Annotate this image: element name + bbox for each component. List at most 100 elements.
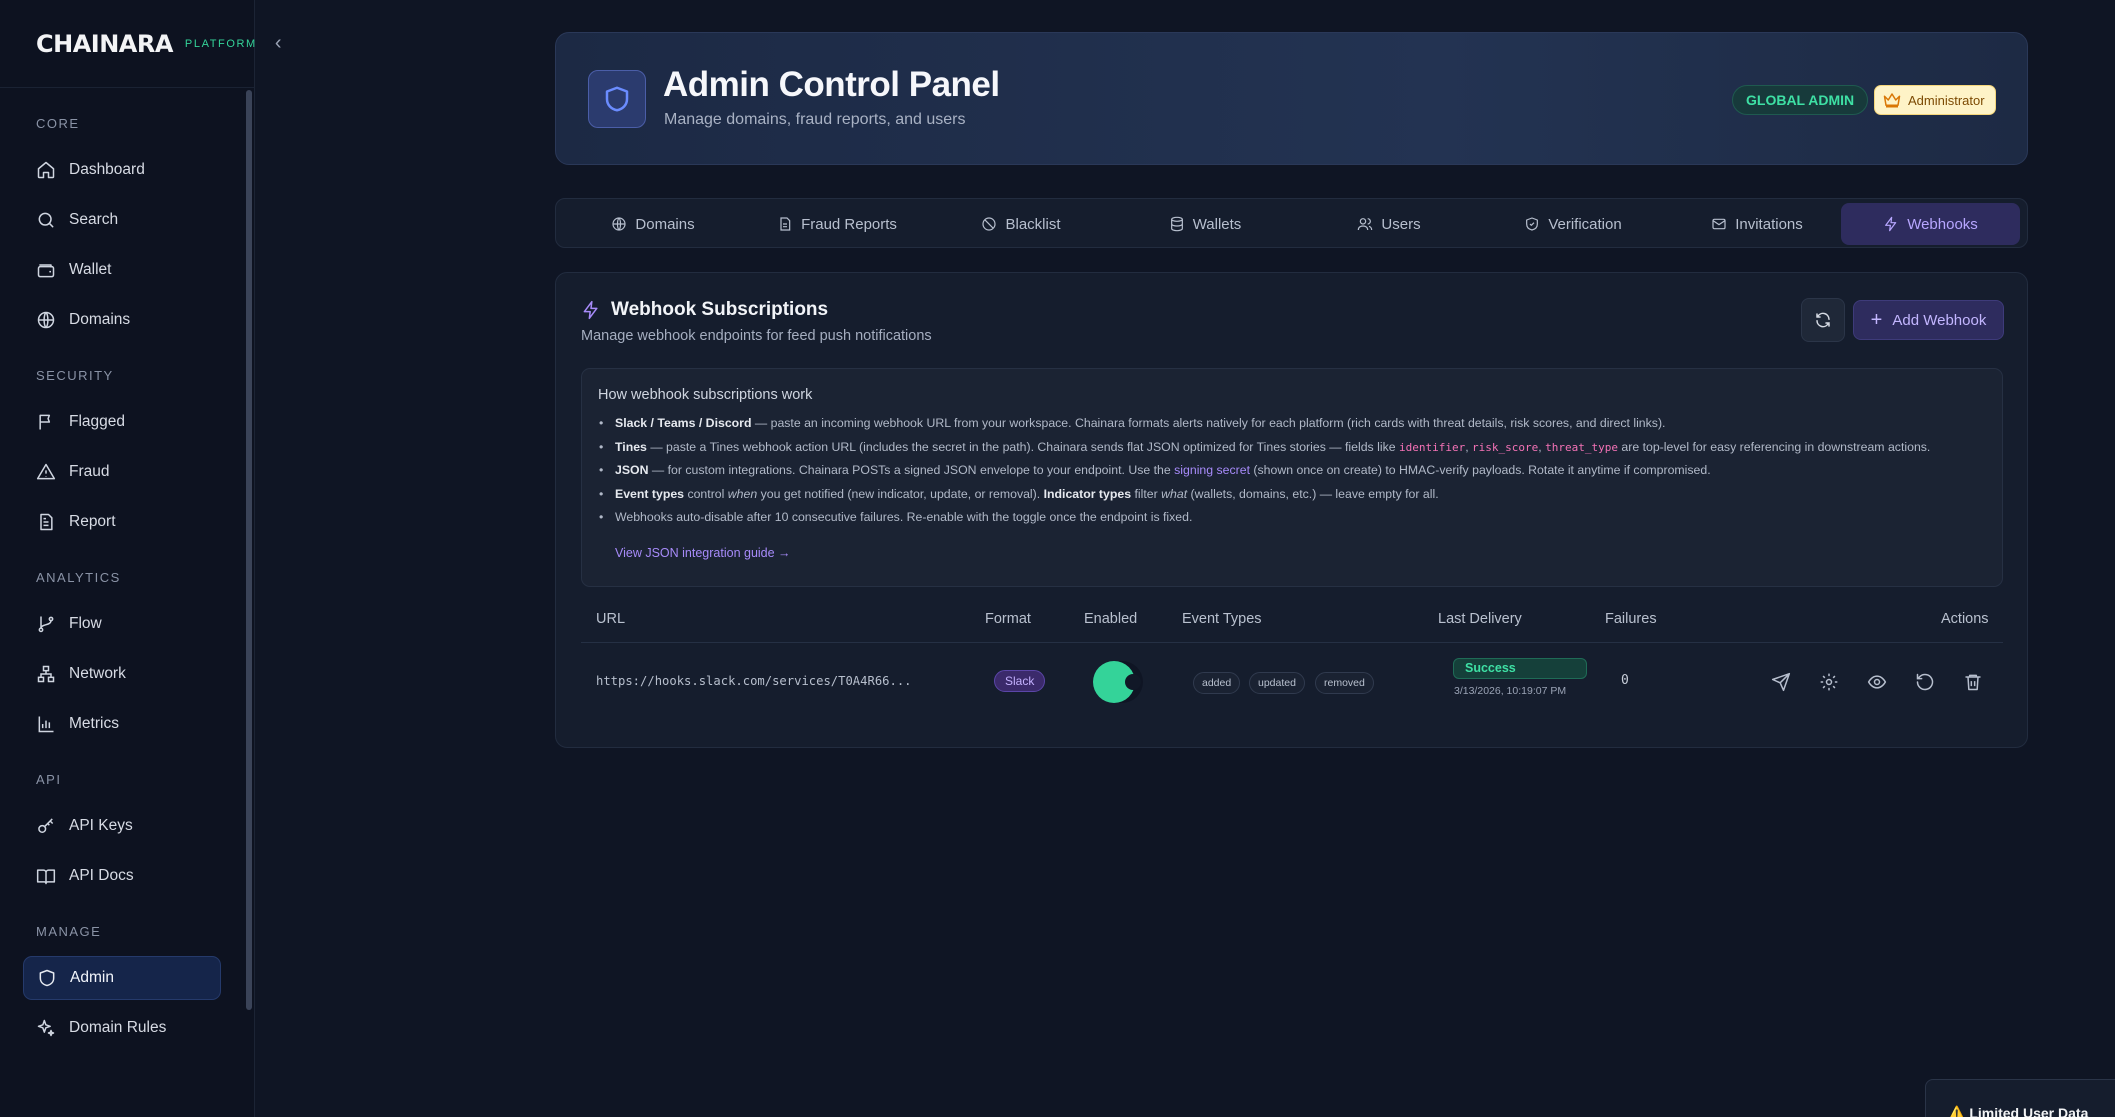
tab-label: Users bbox=[1381, 215, 1421, 233]
settings-icon[interactable] bbox=[1819, 672, 1839, 692]
brand-subtitle: PLATFORM bbox=[184, 37, 257, 50]
section-title-core: CORE bbox=[36, 116, 80, 131]
ban-icon bbox=[982, 217, 997, 231]
sidebar-item-label: Fraud bbox=[69, 463, 110, 480]
brand: CHAINARA PLATFORM ‹ bbox=[0, 0, 281, 88]
git-branch-icon bbox=[38, 616, 54, 633]
column-header-last-delivery: Last Delivery bbox=[1438, 611, 1522, 627]
sidebar-item-domain-rules[interactable]: Domain Rules bbox=[23, 1006, 221, 1050]
sidebar-item-api-docs[interactable]: API Docs bbox=[23, 854, 221, 898]
info-item-slack: Slack / Teams / Discord — paste an incom… bbox=[598, 412, 1988, 436]
refresh-button[interactable] bbox=[1801, 298, 1845, 342]
add-webhook-label: Add Webhook bbox=[1892, 311, 1987, 329]
delivery-status-badge: Success bbox=[1453, 658, 1587, 679]
tab-label: Blacklist bbox=[1005, 215, 1061, 233]
sidebar-item-label: API Keys bbox=[69, 817, 133, 834]
sidebar-item-label: Flagged bbox=[69, 413, 126, 430]
sidebar-item-label: Domains bbox=[69, 311, 131, 328]
network-icon bbox=[37, 665, 55, 683]
sidebar-scrollbar[interactable] bbox=[246, 90, 252, 1010]
sidebar-item-label: API Docs bbox=[69, 867, 134, 884]
section-title-api: API bbox=[36, 772, 62, 787]
table-header: URL Format Enabled Event Types Last Deli… bbox=[581, 606, 2003, 643]
sidebar-item-flagged[interactable]: Flagged bbox=[23, 400, 221, 444]
info-text: — paste a Tines webhook action URL (incl… bbox=[646, 439, 1399, 454]
sidebar-item-metrics[interactable]: Metrics bbox=[23, 702, 221, 746]
info-text: filter bbox=[1131, 486, 1162, 501]
info-item-json: JSON — for custom integrations. Chainara… bbox=[598, 459, 1988, 483]
tab-wallets[interactable]: Wallets bbox=[1116, 203, 1294, 245]
zap-icon bbox=[583, 300, 598, 320]
sidebar-item-report[interactable]: Report bbox=[23, 500, 221, 544]
eye-icon[interactable] bbox=[1867, 672, 1887, 692]
tab-users[interactable]: Users bbox=[1300, 203, 1478, 245]
sidebar-item-admin[interactable]: Admin bbox=[23, 956, 221, 1000]
column-header-event-types: Event Types bbox=[1182, 611, 1262, 627]
sidebar-item-label: Search bbox=[69, 211, 119, 228]
sidebar-item-wallet[interactable]: Wallet bbox=[23, 248, 221, 292]
code-threat-type: threat_type bbox=[1545, 440, 1618, 454]
info-text: control bbox=[684, 486, 728, 501]
enabled-toggle[interactable] bbox=[1093, 661, 1143, 703]
tab-label: Webhooks bbox=[1907, 215, 1978, 233]
database-icon bbox=[1170, 216, 1183, 232]
main-content: Admin Control Panel Manage domains, frau… bbox=[255, 0, 2115, 1117]
webhooks-title: Webhook Subscriptions bbox=[581, 299, 828, 321]
sidebar-item-dashboard[interactable]: Dashboard bbox=[23, 148, 221, 192]
info-text: Webhooks auto-disable after 10 consecuti… bbox=[615, 510, 1193, 524]
add-webhook-button[interactable]: + Add Webhook bbox=[1853, 300, 2004, 340]
column-header-enabled: Enabled bbox=[1084, 611, 1138, 627]
column-header-url: URL bbox=[596, 611, 626, 627]
info-item-tines: Tines — paste a Tines webhook action URL… bbox=[598, 436, 1988, 460]
info-italic: what bbox=[1161, 486, 1188, 501]
tab-label: Fraud Reports bbox=[801, 215, 897, 233]
failure-count: 0 bbox=[1621, 673, 1629, 688]
code-identifier: identifier bbox=[1398, 440, 1466, 454]
sidebar-item-network[interactable]: Network bbox=[23, 652, 221, 696]
sidebar-item-api-keys[interactable]: API Keys bbox=[23, 804, 221, 848]
tab-label: Invitations bbox=[1735, 215, 1803, 233]
mail-icon bbox=[1712, 218, 1726, 230]
tab-blacklist[interactable]: Blacklist bbox=[932, 203, 1110, 245]
send-test-icon[interactable] bbox=[1771, 672, 1791, 692]
info-bold: JSON bbox=[615, 463, 649, 477]
admin-shield-icon bbox=[588, 70, 646, 128]
sidebar: CHAINARA PLATFORM ‹ CORE Dashboard Searc… bbox=[0, 0, 281, 1117]
tab-webhooks[interactable]: Webhooks bbox=[1841, 203, 2020, 245]
section-title-security: SECURITY bbox=[36, 368, 114, 383]
tab-domains[interactable]: Domains bbox=[564, 203, 742, 245]
page-title: Admin Control Panel bbox=[663, 65, 1000, 104]
webhooks-title-text: Webhook Subscriptions bbox=[611, 299, 829, 320]
limited-data-toast[interactable]: ⚠️ Limited User Data bbox=[1925, 1079, 2115, 1117]
section-title-manage: MANAGE bbox=[36, 924, 102, 939]
role-badge: Administrator bbox=[1874, 85, 1996, 115]
signing-secret-link[interactable]: signing secret bbox=[1174, 463, 1250, 477]
shield-check-icon bbox=[1526, 217, 1539, 231]
info-italic: when bbox=[727, 486, 758, 501]
info-text: (shown once on create) to HMAC-verify pa… bbox=[1250, 463, 1711, 477]
sidebar-item-search[interactable]: Search bbox=[23, 198, 221, 242]
zap-icon bbox=[1885, 216, 1897, 232]
sidebar-item-domains[interactable]: Domains bbox=[23, 298, 221, 342]
file-text-icon bbox=[780, 217, 791, 231]
toggle-dot bbox=[1125, 674, 1141, 690]
refresh-icon bbox=[1816, 312, 1830, 328]
info-bold: Slack / Teams / Discord bbox=[615, 416, 752, 430]
tab-verification[interactable]: Verification bbox=[1484, 203, 1662, 245]
sidebar-item-label: Dashboard bbox=[69, 161, 145, 178]
info-text: you get notified (new indicator, update,… bbox=[757, 486, 1044, 501]
event-type-badge: added bbox=[1193, 672, 1241, 694]
tab-fraud-reports[interactable]: Fraud Reports bbox=[748, 203, 926, 245]
rotate-icon[interactable] bbox=[1915, 672, 1935, 692]
brand-logo[interactable]: CHAINARA bbox=[36, 30, 173, 58]
json-guide-link[interactable]: View JSON integration guide → bbox=[615, 546, 791, 560]
webhook-url: https://hooks.slack.com/services/T0A4R66… bbox=[596, 674, 912, 688]
sidebar-item-flow[interactable]: Flow bbox=[23, 602, 221, 646]
tab-invitations[interactable]: Invitations bbox=[1668, 203, 1846, 245]
bar-chart-icon bbox=[38, 716, 54, 733]
sidebar-item-fraud[interactable]: Fraud bbox=[23, 450, 221, 494]
home-icon bbox=[37, 161, 55, 179]
admin-tabs: Domains Fraud Reports Blacklist Wallets … bbox=[555, 198, 2028, 248]
trash-icon[interactable] bbox=[1963, 672, 1983, 692]
table-row: https://hooks.slack.com/services/T0A4R66… bbox=[581, 644, 2003, 722]
